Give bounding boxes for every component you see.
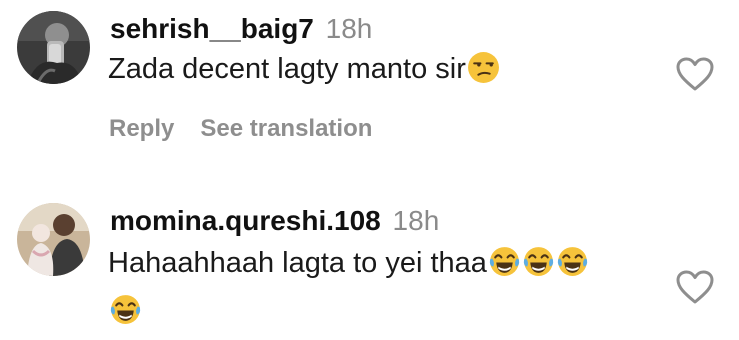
see-translation-button[interactable]: See translation xyxy=(200,115,372,142)
reply-button[interactable]: Reply xyxy=(109,115,174,142)
tears-of-joy-emoji xyxy=(109,293,142,326)
avatar[interactable] xyxy=(17,203,90,276)
comment-item: momina.qureshi.108 18h Hahaahhaah lagta … xyxy=(0,190,739,340)
avatar-image xyxy=(17,11,90,84)
comment-actions: Reply See translation xyxy=(109,114,372,144)
comment-body: Hahaahhaah lagta to yei thaa xyxy=(108,239,589,335)
comment-header: momina.qureshi.108 18h xyxy=(110,204,439,238)
comment-body: Zada decent lagty manto sir xyxy=(108,45,500,93)
comment-header: sehrish__baig7 18h xyxy=(110,12,372,46)
unamused-face-emoji xyxy=(467,51,500,84)
username[interactable]: sehrish__baig7 xyxy=(110,13,314,44)
heart-outline-icon[interactable] xyxy=(675,269,715,305)
timestamp: 18h xyxy=(392,205,440,236)
comment-item: sehrish__baig7 18h Zada decent lagty man… xyxy=(0,0,739,168)
tears-of-joy-emoji xyxy=(488,245,521,278)
timestamp: 18h xyxy=(325,13,373,44)
tears-of-joy-emoji xyxy=(522,245,555,278)
tears-of-joy-emoji xyxy=(556,245,589,278)
avatar[interactable] xyxy=(17,11,90,84)
comment-text: Hahaahhaah lagta to yei thaa xyxy=(108,247,487,279)
comment-text: Zada decent lagty manto sir xyxy=(108,53,466,85)
heart-outline-icon[interactable] xyxy=(675,56,715,92)
username[interactable]: momina.qureshi.108 xyxy=(110,205,381,236)
avatar-image xyxy=(17,203,90,276)
